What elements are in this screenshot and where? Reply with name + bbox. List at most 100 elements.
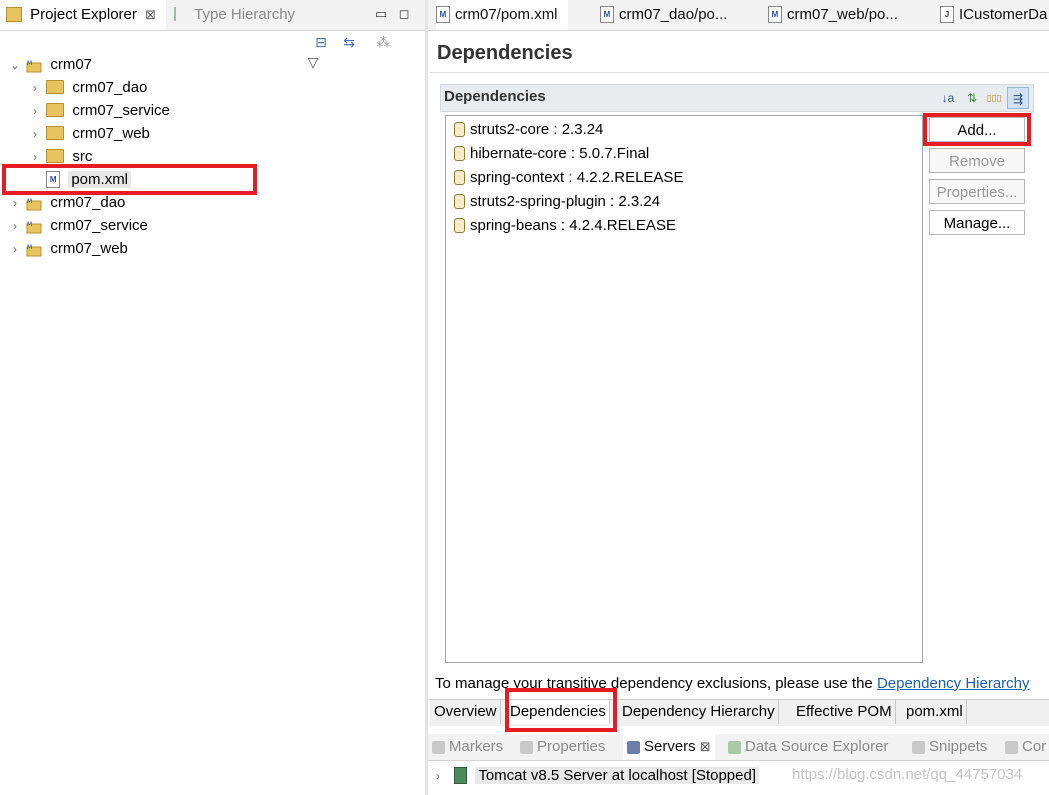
chevron-right-icon[interactable]: › [436,764,450,788]
tomcat-server-icon [454,766,468,784]
explorer-toolbar: ⊟ ⇆ ⁂ ▽ [300,32,420,70]
tab-label: Type Hierarchy [194,6,296,23]
folder-icon [46,126,65,141]
svg-text:M: M [27,221,32,228]
close-icon[interactable]: ⊠ [145,0,156,30]
page-title: Dependencies [437,42,573,64]
tree-item-crm07-service-project[interactable]: › M crm07_service [8,214,148,237]
tab-pom-xml[interactable]: pom.xml [903,700,967,724]
pom-file-icon: M [436,5,450,23]
jar-icon [454,121,465,137]
tab-properties[interactable]: Properties [520,734,605,760]
dependency-label: struts2-spring-plugin : 2.3.24 [470,193,661,210]
chevron-right-icon[interactable]: › [28,123,42,146]
tab-effective-pom[interactable]: Effective POM [793,700,896,724]
tab-data-source-explorer[interactable]: Data Source Explorer [728,734,888,760]
highlight-box-pom-xml [2,164,257,195]
editor-tab-icustomerdao[interactable]: J ICustomerDa [940,0,1049,30]
highlight-box-add [923,113,1031,146]
jar-icon [454,169,465,185]
editor-tab-label: ICustomerDa [959,6,1048,23]
tree-item-label: src [72,148,93,165]
list-item[interactable]: spring-context : 4.2.2.RELEASE [446,166,922,190]
tree-item-crm07[interactable]: ⌄ M crm07 [8,53,92,76]
manage-button[interactable]: Manage... [929,210,1025,235]
title-divider [430,72,1049,73]
tree-item-crm07-dao-folder[interactable]: › crm07_dao [28,76,147,99]
maven-project-icon: M [26,241,42,257]
highlight-box-dependencies-tab [505,688,617,732]
tab-snippets[interactable]: Snippets [912,734,987,760]
dependency-label: spring-context : 4.2.2.RELEASE [470,169,684,186]
filter-dependencies-icon[interactable]: ⇶ [1007,87,1029,109]
dependency-label: hibernate-core : 5.0.7.Final [470,145,650,162]
properties-button[interactable]: Properties... [929,179,1025,204]
editor-tab-label: crm07_web/po... [787,6,898,23]
filter-icon[interactable]: ⁂ [372,32,394,52]
tree-item-label: crm07_dao [72,79,148,96]
editor-tab-label: crm07/pom.xml [455,6,558,23]
tree-item-crm07-service-folder[interactable]: › crm07_service [28,99,170,122]
show-group-id-icon[interactable]: ▯▯▯ [983,87,1005,109]
tab-dependency-hierarchy[interactable]: Dependency Hierarchy [619,700,779,724]
tab-overview[interactable]: Overview [431,700,501,724]
list-item[interactable]: struts2-core : 2.3.24 [446,118,922,142]
editor-tab-crm07-web-pom[interactable]: Mcrm07_web/po... [768,0,898,30]
svg-text:M: M [27,198,32,205]
tab-console[interactable]: Cor [1005,734,1049,760]
tree-item-label: crm07_web [72,125,150,142]
maximize-icon[interactable]: ◻ [395,5,413,23]
project-explorer-icon [6,6,22,22]
list-item[interactable]: hibernate-core : 5.0.7.Final [446,142,922,166]
list-item[interactable]: struts2-spring-plugin : 2.3.24 [446,190,922,214]
tree-item-crm07-web-project[interactable]: › M crm07_web [8,237,128,260]
editor-tab-crm07-pom[interactable]: Mcrm07/pom.xml [436,0,568,30]
tree-item-label: crm07 [50,56,93,73]
remove-dependency-button[interactable]: Remove [929,148,1025,173]
editor-tab-crm07-dao-pom[interactable]: Mcrm07_dao/po... [600,0,727,30]
tab-label: Servers [644,738,696,755]
pom-file-icon: M [600,5,614,23]
properties-icon [520,740,533,754]
folder-icon [46,103,65,118]
tree-item-label: crm07_dao [50,194,126,211]
data-source-icon [728,740,741,754]
close-icon[interactable]: ⊠ [700,734,711,760]
type-hierarchy-icon [174,7,186,22]
folder-icon [46,149,65,164]
list-item[interactable]: spring-beans : 4.2.4.RELEASE [446,214,922,238]
jar-icon [454,193,465,209]
tab-label: Snippets [929,738,988,755]
chevron-right-icon[interactable]: › [28,100,42,123]
tab-label: Markers [449,738,504,755]
link-with-editor-icon[interactable]: ⇆ [338,32,360,52]
chevron-down-icon[interactable]: ⌄ [8,54,22,77]
chevron-right-icon[interactable]: › [8,192,22,215]
tab-type-hierarchy[interactable]: Type Hierarchy [170,0,310,30]
tab-servers[interactable]: Servers ⊠ [623,734,715,760]
tree-item-crm07-web-folder[interactable]: › crm07_web [28,122,150,145]
tab-label: Properties [537,738,606,755]
hierarchy-icon[interactable]: ⇅ [961,87,983,109]
java-interface-icon: J [940,5,954,23]
chevron-right-icon[interactable]: › [28,77,42,100]
markers-icon [432,740,445,754]
tab-label: Data Source Explorer [745,738,889,755]
tree-item-label: crm07_web [50,240,128,257]
maven-project-icon: M [26,218,42,234]
sort-icon[interactable]: ↓a [937,87,959,109]
tab-project-explorer[interactable]: Project Explorer ⊠ [0,0,166,30]
jar-icon [454,145,465,161]
tab-markers[interactable]: Markers [432,734,503,760]
collapse-all-icon[interactable]: ⊟ [310,32,332,52]
server-entry[interactable]: › Tomcat v8.5 Server at localhost [Stopp… [436,764,759,788]
jar-icon [454,217,465,233]
view-menu-icon[interactable]: ▽ [302,52,324,72]
dependency-label: spring-beans : 4.2.4.RELEASE [470,217,676,234]
dependencies-list[interactable]: struts2-core : 2.3.24 hibernate-core : 5… [445,115,923,663]
chevron-right-icon[interactable]: › [8,215,22,238]
chevron-right-icon[interactable]: › [8,238,22,261]
dependency-hierarchy-link[interactable]: Dependency Hierarchy [877,675,1030,692]
snippets-icon [912,740,925,754]
minimize-icon[interactable]: ▭ [372,5,390,23]
